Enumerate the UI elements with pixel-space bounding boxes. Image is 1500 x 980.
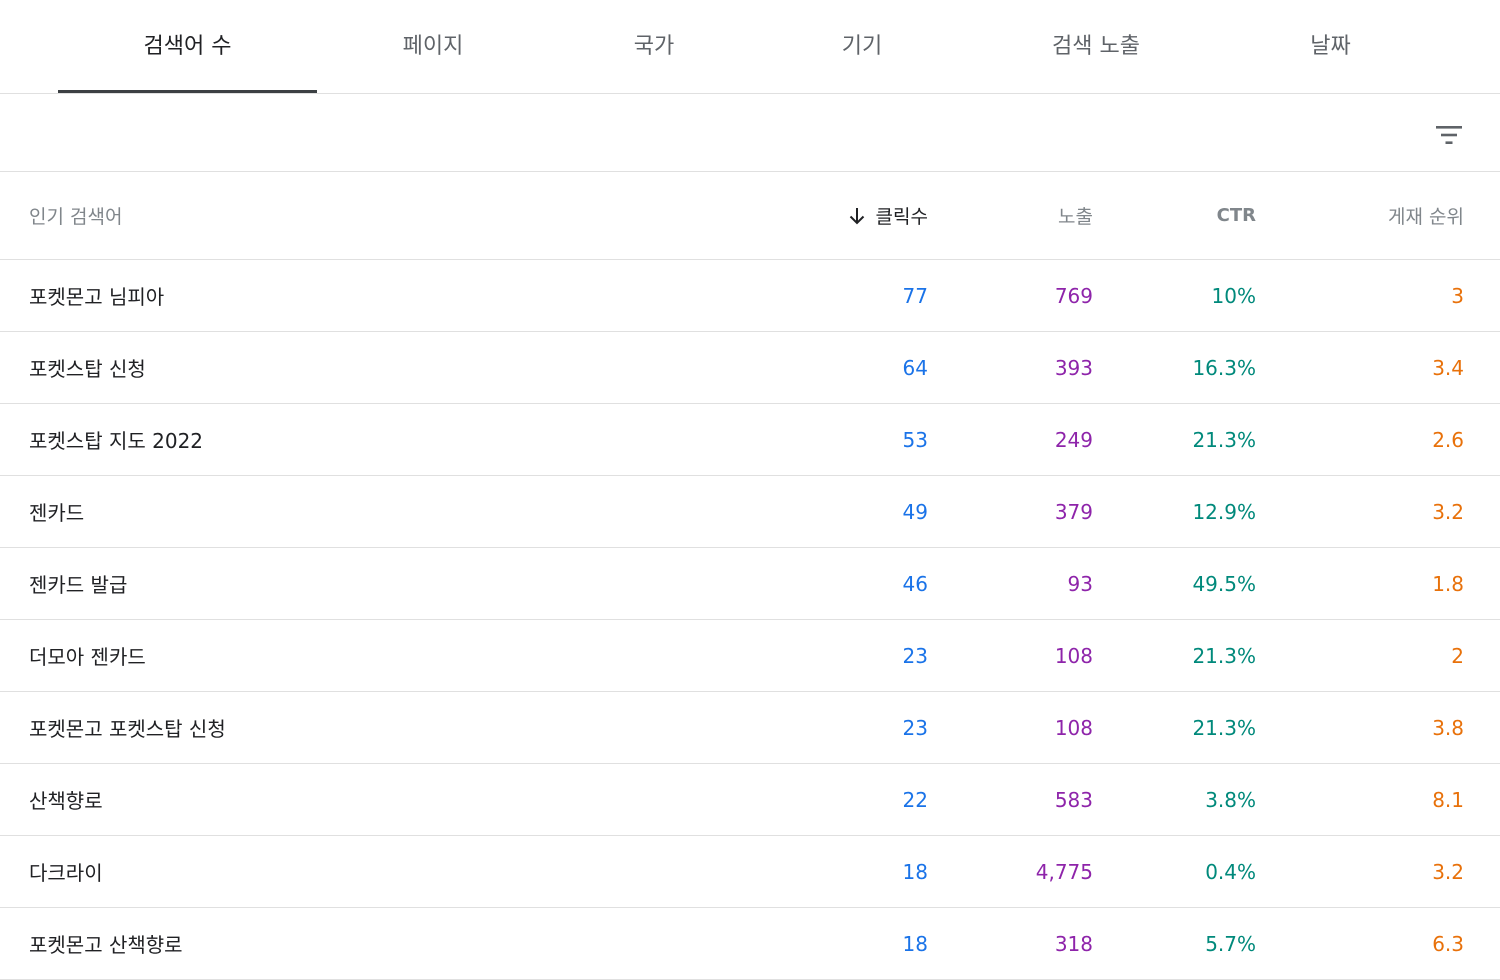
ctr-cell: 12.9% <box>1192 499 1256 524</box>
header-query[interactable]: 인기 검색어 <box>29 172 729 259</box>
clicks-cell: 77 <box>902 283 928 308</box>
tab-pages[interactable]: 페이지 <box>317 0 549 93</box>
dimension-tabs: 검색어 수 페이지 국가 기기 검색 노출 날짜 <box>0 0 1500 94</box>
table-row[interactable]: 포켓몬고 포켓스탑 신청 23 108 21.3% 3.8 <box>0 692 1500 764</box>
table-body: 포켓몬고 님피아 77 769 10% 3 포켓스탑 신청 64 393 16.… <box>0 260 1500 980</box>
query-cell: 포켓스탑 신청 <box>29 357 146 381</box>
clicks-cell: 46 <box>902 571 928 596</box>
impressions-cell: 318 <box>1054 931 1093 956</box>
table-toolbar <box>0 94 1500 172</box>
position-cell: 3.4 <box>1432 355 1464 380</box>
header-ctr[interactable]: CTR <box>1116 172 1256 259</box>
clicks-cell: 64 <box>902 355 928 380</box>
tab-label: 기기 <box>841 34 883 59</box>
clicks-cell: 18 <box>902 931 928 956</box>
table-row[interactable]: 산책향로 22 583 3.8% 8.1 <box>0 764 1500 836</box>
active-tab-indicator <box>58 90 317 93</box>
impressions-cell: 379 <box>1054 499 1093 524</box>
ctr-cell: 49.5% <box>1192 571 1256 596</box>
clicks-cell: 22 <box>902 787 928 812</box>
table-row[interactable]: 다크라이 18 4,775 0.4% 3.2 <box>0 836 1500 908</box>
query-cell: 포켓몬고 님피아 <box>29 285 165 309</box>
header-impressions[interactable]: 노출 <box>953 172 1093 259</box>
query-cell: 포켓스탑 지도 2022 <box>29 429 204 453</box>
clicks-cell: 23 <box>902 715 928 740</box>
tab-search-appearance[interactable]: 검색 노출 <box>965 0 1227 93</box>
table-row[interactable]: 포켓몬고 산책향로 18 318 5.7% 6.3 <box>0 908 1500 980</box>
impressions-cell: 249 <box>1054 427 1093 452</box>
tab-label: 날짜 <box>1310 34 1351 59</box>
tab-queries[interactable]: 검색어 수 <box>58 0 317 93</box>
ctr-cell: 3.8% <box>1205 787 1256 812</box>
query-cell: 산책향로 <box>29 789 103 813</box>
table-header: 인기 검색어 클릭수 노출 CTR 게재 순위 <box>0 172 1500 260</box>
table-row[interactable]: 젠카드 발급 46 93 49.5% 1.8 <box>0 548 1500 620</box>
position-cell: 3.2 <box>1432 499 1464 524</box>
filter-button[interactable] <box>1428 114 1470 156</box>
tab-countries[interactable]: 국가 <box>549 0 759 93</box>
ctr-cell: 16.3% <box>1192 355 1256 380</box>
clicks-cell: 18 <box>902 859 928 884</box>
impressions-cell: 108 <box>1054 643 1093 668</box>
position-cell: 2 <box>1451 643 1464 668</box>
query-cell: 포켓몬고 산책향로 <box>29 933 183 957</box>
table-row[interactable]: 더모아 젠카드 23 108 21.3% 2 <box>0 620 1500 692</box>
tab-label: 국가 <box>633 34 675 59</box>
query-cell: 더모아 젠카드 <box>29 645 146 669</box>
header-clicks[interactable]: 클릭수 <box>768 172 928 259</box>
table-row[interactable]: 포켓스탑 지도 2022 53 249 21.3% 2.6 <box>0 404 1500 476</box>
query-cell: 다크라이 <box>29 861 103 885</box>
position-cell: 3.8 <box>1432 715 1464 740</box>
position-cell: 3.2 <box>1432 859 1464 884</box>
tab-label: 페이지 <box>402 34 464 59</box>
impressions-cell: 393 <box>1054 355 1093 380</box>
filter-list-icon <box>1436 126 1462 144</box>
tab-label: 검색 노출 <box>1052 34 1140 59</box>
position-cell: 2.6 <box>1432 427 1464 452</box>
tab-devices[interactable]: 기기 <box>759 0 965 93</box>
ctr-cell: 0.4% <box>1205 859 1256 884</box>
ctr-cell: 21.3% <box>1192 715 1256 740</box>
table-row[interactable]: 포켓몬고 님피아 77 769 10% 3 <box>0 260 1500 332</box>
table-row[interactable]: 젠카드 49 379 12.9% 3.2 <box>0 476 1500 548</box>
header-clicks-label: 클릭수 <box>875 206 928 228</box>
impressions-cell: 769 <box>1054 283 1093 308</box>
query-cell: 젠카드 <box>29 501 85 525</box>
impressions-cell: 108 <box>1054 715 1093 740</box>
tab-label: 검색어 수 <box>143 34 232 59</box>
tab-dates[interactable]: 날짜 <box>1227 0 1434 93</box>
table-row[interactable]: 포켓스탑 신청 64 393 16.3% 3.4 <box>0 332 1500 404</box>
impressions-cell: 583 <box>1054 787 1093 812</box>
clicks-cell: 23 <box>902 643 928 668</box>
position-cell: 1.8 <box>1432 571 1464 596</box>
ctr-cell: 5.7% <box>1205 931 1256 956</box>
ctr-cell: 10% <box>1211 283 1256 308</box>
ctr-cell: 21.3% <box>1192 643 1256 668</box>
position-cell: 6.3 <box>1432 931 1464 956</box>
query-cell: 젠카드 발급 <box>29 573 128 597</box>
impressions-cell: 93 <box>1067 571 1093 596</box>
position-cell: 3 <box>1451 283 1464 308</box>
query-cell: 포켓몬고 포켓스탑 신청 <box>29 717 226 741</box>
arrow-downward-icon <box>848 206 866 226</box>
position-cell: 8.1 <box>1432 787 1464 812</box>
clicks-cell: 49 <box>902 499 928 524</box>
impressions-cell: 4,775 <box>1035 859 1093 884</box>
header-position[interactable]: 게재 순위 <box>1284 172 1464 259</box>
ctr-cell: 21.3% <box>1192 427 1256 452</box>
clicks-cell: 53 <box>902 427 928 452</box>
